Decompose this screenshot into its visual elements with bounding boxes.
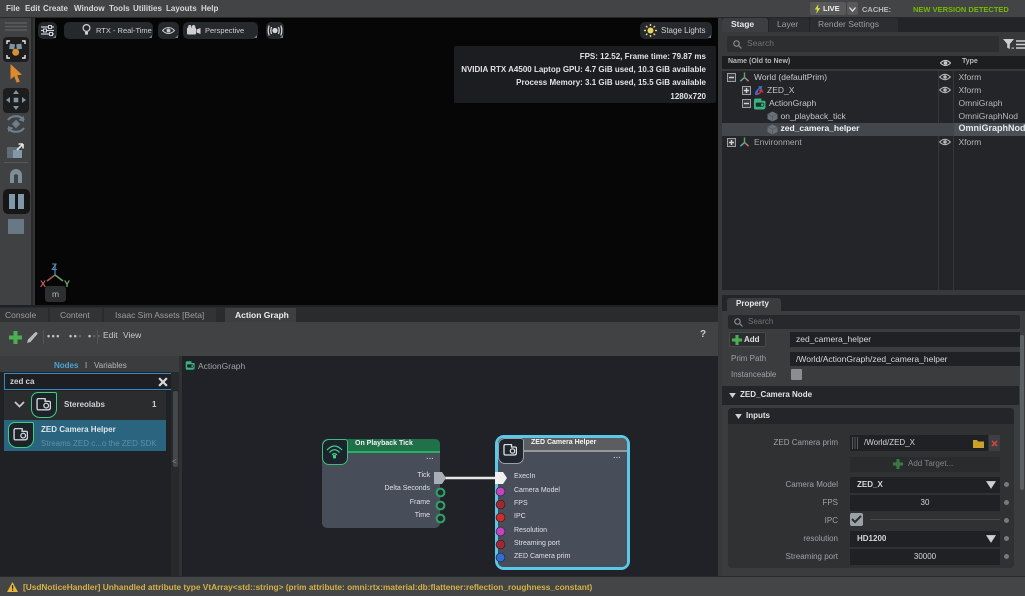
svg-text:Z: Z	[52, 262, 58, 272]
